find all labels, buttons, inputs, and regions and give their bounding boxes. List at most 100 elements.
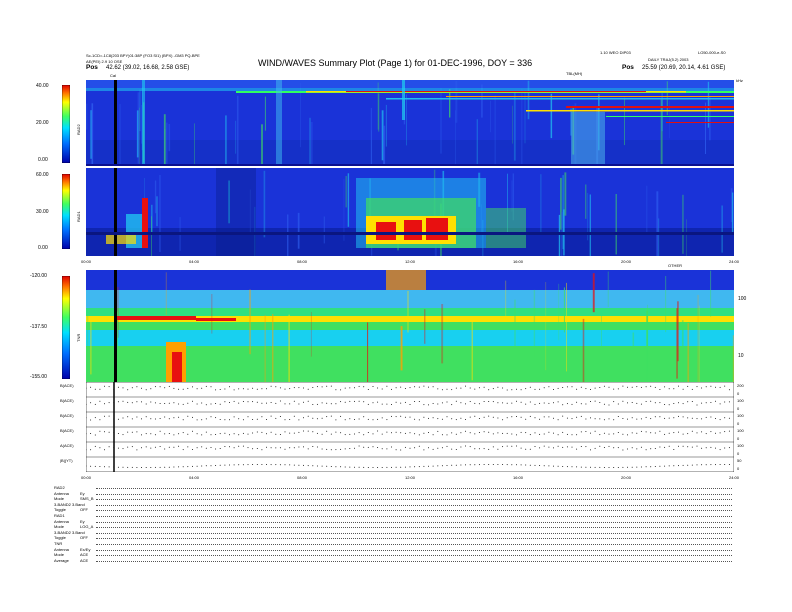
line-panel-point	[344, 434, 346, 436]
ut-label: OTHER	[668, 263, 682, 268]
tnr-cb-tick-top: -120.00	[30, 273, 47, 279]
line-panel-right-tick: 0	[737, 391, 740, 396]
line-panel-point	[159, 430, 161, 432]
line-panel-point	[354, 433, 355, 435]
line-panel-point	[233, 416, 235, 418]
spectrogram-streak	[159, 175, 161, 252]
line-panel-point	[599, 445, 601, 447]
spectrogram-streak	[682, 194, 684, 254]
line-panel-point	[247, 464, 249, 466]
line-panel-point	[562, 466, 564, 467]
line-panel-point	[423, 465, 425, 467]
time-axis-tick: 16:00	[513, 259, 524, 264]
note-label: 3-BAND2 3.Band	[54, 501, 85, 507]
line-panel-point	[154, 466, 156, 468]
line-panel-point	[520, 447, 522, 449]
line-panel-point	[437, 465, 439, 467]
line-panel-point	[715, 432, 716, 434]
line-panel-point	[516, 388, 517, 390]
line-panel-point	[631, 432, 633, 434]
line-panel-point	[136, 467, 138, 468]
line-panel-point	[372, 433, 374, 435]
line-panel-point	[543, 433, 545, 435]
line-panel-point	[354, 466, 355, 468]
line-panel-point	[664, 417, 666, 419]
line-panel-point	[395, 431, 397, 433]
line-panel-point	[696, 404, 698, 406]
line-panel-point	[678, 415, 679, 417]
line-panel-point	[187, 402, 189, 404]
time-axis-tick: 24:00	[729, 259, 740, 264]
line-panel-point	[349, 400, 351, 402]
line-panel-point	[650, 385, 652, 387]
note-leader	[96, 538, 732, 540]
spectrogram-streak	[156, 196, 158, 227]
line-panel-point	[682, 445, 684, 447]
line-panel-point	[131, 402, 133, 404]
line-panel-point	[728, 389, 730, 391]
line-panel-point	[603, 447, 605, 448]
line-panel-point	[520, 416, 522, 418]
line-panel-point	[631, 402, 633, 403]
line-panel-point	[173, 387, 175, 389]
line-panel-point	[506, 464, 508, 466]
spectrogram-streak	[263, 170, 266, 238]
line-panel-point	[136, 401, 138, 403]
line-panel-point	[557, 401, 559, 403]
line-panel-point	[594, 400, 596, 402]
line-panel-point	[534, 403, 536, 405]
line-panel-point	[242, 445, 244, 447]
line-panel-point	[617, 432, 619, 433]
line-panel-point	[381, 448, 383, 450]
line-panel-point	[668, 388, 670, 390]
line-panel-point	[673, 432, 675, 434]
line-panel-point	[164, 403, 166, 404]
line-panel-label: B(ACE)	[60, 428, 74, 433]
spectrogram-streak	[347, 173, 350, 227]
line-panel-point	[511, 402, 513, 404]
line-panel-point	[654, 448, 656, 449]
line-panel-point	[321, 386, 323, 388]
line-panel-point	[557, 387, 559, 389]
line-panel-point	[219, 448, 221, 449]
line-panel-point	[381, 403, 383, 405]
spectrogram-streak	[90, 110, 92, 159]
line-panel-point	[539, 388, 541, 390]
line-panel-point	[603, 385, 605, 387]
spectrogram-streak	[455, 81, 458, 123]
line-panel-point	[279, 387, 281, 389]
line-panel-point	[613, 419, 615, 421]
line-panel-point	[192, 400, 193, 402]
note-value: Ey	[80, 490, 85, 496]
line-panel-point	[335, 403, 337, 405]
spectrogram-streak	[211, 294, 213, 334]
line-panel-point	[298, 403, 300, 405]
line-panel-point	[566, 403, 568, 405]
line-panel-point	[506, 445, 508, 447]
line-panel-point	[293, 387, 295, 389]
line-panel-point	[400, 432, 402, 434]
line-panel-point	[603, 403, 605, 405]
spectrogram-streak	[225, 115, 227, 166]
line-panel-right-tick: 100	[737, 413, 744, 418]
line-panel-point	[571, 386, 573, 388]
spectrogram-streak	[476, 119, 478, 166]
line-panel-point	[289, 388, 291, 390]
line-panel-point	[664, 386, 666, 388]
line-panel-point	[673, 465, 675, 467]
spectrogram-streak	[732, 335, 734, 382]
line-panel-point	[631, 417, 633, 419]
line-panel-point	[187, 446, 189, 448]
line-panel-point	[654, 386, 656, 388]
spectrogram-streak	[309, 117, 311, 166]
line-panel-point	[525, 388, 527, 390]
line-panel-point	[460, 417, 462, 419]
line-panel-point	[178, 466, 180, 468]
spectrogram-streak	[449, 89, 451, 118]
line-panel-point	[418, 434, 420, 436]
line-panel-point	[381, 417, 383, 419]
line-panel-point	[585, 466, 587, 468]
line-panel-point	[483, 431, 485, 433]
line-panel-point	[705, 402, 707, 404]
line-panel-point	[488, 401, 490, 402]
